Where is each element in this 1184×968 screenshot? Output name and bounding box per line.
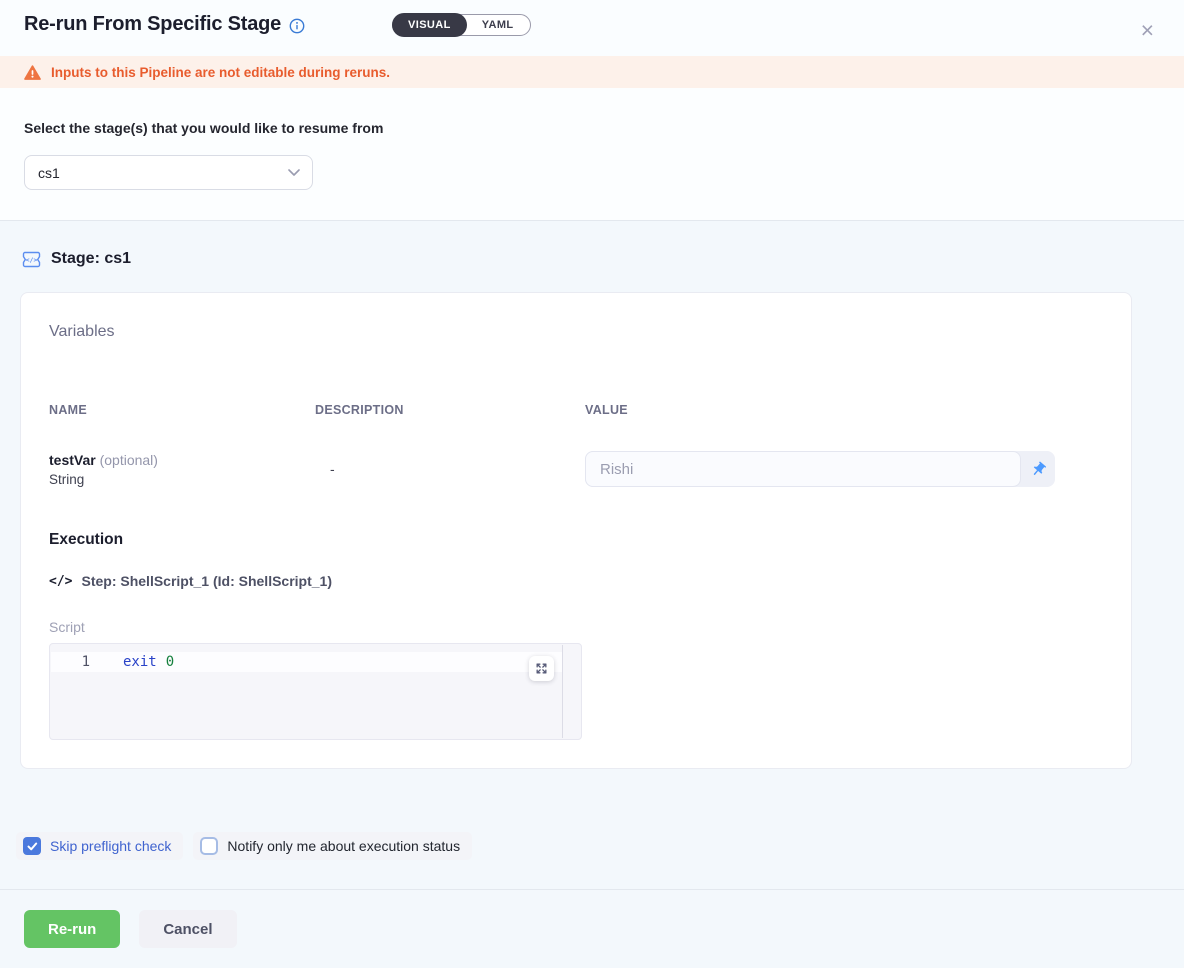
variable-name-cell: testVar (optional) String bbox=[49, 452, 315, 487]
warning-icon bbox=[24, 65, 41, 80]
code-line: 1 exit 0 bbox=[50, 644, 581, 670]
stage-inputs-card: Variables NAME DESCRIPTION VALUE testVar… bbox=[20, 292, 1132, 769]
svg-text:</>: </> bbox=[26, 255, 38, 263]
stage-icon: </> bbox=[22, 251, 41, 268]
rerun-button[interactable]: Re-run bbox=[24, 910, 120, 948]
script-label: Script bbox=[49, 619, 1103, 635]
modal-footer: Re-run Cancel bbox=[0, 890, 1184, 968]
visual-yaml-toggle[interactable]: VISUAL YAML bbox=[392, 14, 531, 36]
variables-table-header: NAME DESCRIPTION VALUE bbox=[49, 403, 1103, 417]
run-options: Skip preflight check Notify only me abou… bbox=[16, 832, 1184, 860]
variables-title: Variables bbox=[49, 323, 1103, 341]
variable-value-field bbox=[585, 451, 1055, 487]
page-title: Re-run From Specific Stage bbox=[24, 13, 281, 36]
variable-description: - bbox=[315, 461, 585, 477]
step-label: Step: ShellScript_1 (Id: ShellScript_1) bbox=[81, 573, 332, 589]
execution-title: Execution bbox=[49, 531, 1103, 549]
editor-scrollbar[interactable] bbox=[562, 645, 563, 738]
stage-header: </> Stage: cs1 bbox=[0, 221, 1184, 268]
code-token-keyword: exit bbox=[123, 654, 157, 670]
pin-icon[interactable] bbox=[1021, 461, 1055, 478]
expand-editor-button[interactable] bbox=[529, 656, 554, 681]
tab-yaml[interactable]: YAML bbox=[466, 14, 530, 36]
variable-type: String bbox=[49, 472, 315, 487]
skip-preflight-option[interactable]: Skip preflight check bbox=[16, 832, 183, 860]
check-icon bbox=[27, 842, 38, 851]
column-header-description: DESCRIPTION bbox=[315, 403, 585, 417]
notify-only-me-checkbox[interactable] bbox=[200, 837, 218, 855]
stage-select-label: Select the stage(s) that you would like … bbox=[24, 120, 1160, 136]
code-text: exit 0 bbox=[123, 654, 174, 670]
warning-text: Inputs to this Pipeline are not editable… bbox=[51, 65, 390, 80]
code-token-number: 0 bbox=[166, 654, 174, 670]
stage-dropdown[interactable]: cs1 bbox=[24, 155, 313, 190]
stage-dropdown-value: cs1 bbox=[38, 165, 60, 181]
column-header-value: VALUE bbox=[585, 403, 1103, 417]
skip-preflight-label: Skip preflight check bbox=[50, 838, 171, 854]
expand-icon bbox=[535, 662, 548, 675]
notify-only-me-label: Notify only me about execution status bbox=[227, 838, 460, 854]
modal-header: Re-run From Specific Stage VISUAL YAML × bbox=[0, 0, 1184, 56]
skip-preflight-checkbox[interactable] bbox=[23, 837, 41, 855]
variable-value-input[interactable] bbox=[585, 451, 1021, 487]
variable-optional-note: (optional) bbox=[100, 452, 158, 468]
code-step-icon: </> bbox=[49, 574, 72, 589]
stage-heading: Stage: cs1 bbox=[51, 250, 131, 268]
tab-visual[interactable]: VISUAL bbox=[392, 13, 467, 37]
variable-name: testVar bbox=[49, 452, 96, 468]
step-header: </> Step: ShellScript_1 (Id: ShellScript… bbox=[49, 573, 1103, 589]
warning-banner: Inputs to this Pipeline are not editable… bbox=[0, 56, 1184, 88]
chevron-down-icon bbox=[288, 169, 300, 176]
close-icon[interactable]: × bbox=[1141, 19, 1154, 42]
cancel-button[interactable]: Cancel bbox=[139, 910, 236, 948]
info-icon[interactable] bbox=[289, 18, 305, 34]
table-row: testVar (optional) String - bbox=[49, 451, 1103, 487]
notify-only-me-option[interactable]: Notify only me about execution status bbox=[193, 832, 472, 860]
line-number: 1 bbox=[50, 654, 90, 670]
stage-select-section: Select the stage(s) that you would like … bbox=[0, 88, 1184, 221]
main-section: </> Stage: cs1 Variables NAME DESCRIPTIO… bbox=[0, 221, 1184, 890]
script-code-editor[interactable]: 1 exit 0 bbox=[49, 643, 582, 740]
column-header-name: NAME bbox=[49, 403, 315, 417]
